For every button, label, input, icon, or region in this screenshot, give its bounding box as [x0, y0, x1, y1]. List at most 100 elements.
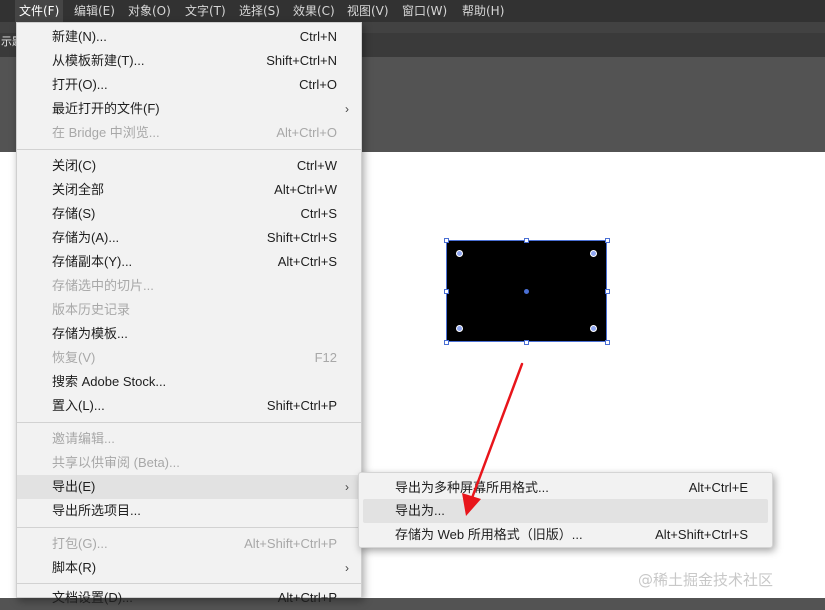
menu-item-save-for-web[interactable]: 存储为 Web 所用格式（旧版）... Alt+Shift+Ctrl+S	[359, 523, 772, 547]
menu-item-label: 导出(E)	[52, 479, 96, 494]
menu-separator	[17, 583, 361, 584]
menu-effect[interactable]: 效果(C)	[289, 0, 339, 22]
menu-item-close[interactable]: 关闭(C) Ctrl+W	[17, 154, 361, 178]
resize-handle-right[interactable]	[605, 289, 610, 294]
menu-item-export[interactable]: 导出(E) ›	[17, 475, 361, 499]
menu-item-scripts[interactable]: 脚本(R) ›	[17, 556, 361, 580]
menu-item-browse-in-bridge: 在 Bridge 中浏览... Alt+Ctrl+O	[17, 121, 361, 145]
menu-item-label: 恢复(V)	[52, 350, 96, 365]
menu-item-label: 导出所选项目...	[52, 503, 141, 518]
menu-item-label: 打开(O)...	[52, 77, 108, 92]
menu-item-label: 打包(G)...	[52, 536, 108, 551]
menu-item-label: 共享以供审阅 (Beta)...	[52, 455, 180, 470]
menu-object[interactable]: 对象(O)	[124, 0, 175, 22]
menu-separator	[17, 527, 361, 528]
menu-item-version-history: 版本历史记录	[17, 298, 361, 322]
menu-item-shortcut: Alt+Shift+Ctrl+P	[244, 536, 337, 551]
menu-edit[interactable]: 编辑(E)	[70, 0, 119, 22]
menu-item-shortcut: Shift+Ctrl+P	[266, 398, 337, 413]
menu-item-label: 在 Bridge 中浏览...	[52, 125, 160, 140]
menu-item-close-all[interactable]: 关闭全部 Alt+Ctrl+W	[17, 178, 361, 202]
menu-item-shortcut: Alt+Ctrl+E	[688, 480, 748, 495]
menu-item-label: 存储为(A)...	[52, 230, 120, 245]
menu-item-label: 关闭全部	[52, 182, 105, 197]
center-point	[524, 289, 529, 294]
menu-item-label: 脚本(R)	[52, 560, 97, 575]
menu-item-save-as-template[interactable]: 存储为模板...	[17, 322, 361, 346]
menu-item-shortcut: Ctrl+N	[299, 29, 337, 44]
menu-select[interactable]: 选择(S)	[235, 0, 284, 22]
file-menu: 新建(N)... Ctrl+N 从模板新建(T)... Shift+Ctrl+N 打…	[16, 22, 362, 605]
submenu-arrow-icon: ›	[345, 480, 349, 494]
menu-item-shortcut: Alt+Ctrl+O	[276, 125, 337, 140]
menu-item-shortcut: Ctrl+W	[296, 158, 337, 173]
menu-item-shortcut: Alt+Ctrl+P	[277, 590, 337, 605]
menu-item-place[interactable]: 置入(L)... Shift+Ctrl+P	[17, 394, 361, 418]
menubar: 文件(F) 编辑(E) 对象(O) 文字(T) 选择(S) 效果(C) 视图(V…	[0, 0, 825, 22]
menu-item-label: 存储选中的切片...	[52, 278, 154, 293]
menu-item-export-for-screens[interactable]: 导出为多种屏幕所用格式... Alt+Ctrl+E	[359, 476, 772, 500]
menu-view[interactable]: 视图(V)	[343, 0, 393, 22]
resize-handle-top-left[interactable]	[444, 238, 449, 243]
submenu-arrow-icon: ›	[345, 561, 349, 575]
menu-type[interactable]: 文字(T)	[181, 0, 230, 22]
resize-handle-bottom-right[interactable]	[605, 340, 610, 345]
menu-item-save-selected-slices: 存储选中的切片...	[17, 274, 361, 298]
watermark: @稀土掘金技术社区	[638, 571, 774, 589]
menu-item-shortcut: Shift+Ctrl+N	[266, 53, 337, 68]
menu-item-package: 打包(G)... Alt+Shift+Ctrl+P	[17, 532, 361, 556]
menu-separator	[17, 422, 361, 423]
menu-item-revert: 恢复(V) F12	[17, 346, 361, 370]
menu-item-label: 存储为 Web 所用格式（旧版）...	[395, 527, 583, 542]
menu-item-label: 新建(N)...	[52, 29, 107, 44]
menu-separator	[17, 149, 361, 150]
submenu-arrow-icon: ›	[345, 102, 349, 116]
resize-handle-bottom[interactable]	[524, 340, 529, 345]
resize-handle-bottom-left[interactable]	[444, 340, 449, 345]
menu-item-document-setup[interactable]: 文档设置(D)... Alt+Ctrl+P	[17, 586, 361, 610]
menu-item-invite-to-edit: 邀请编辑...	[17, 427, 361, 451]
resize-handle-top-right[interactable]	[605, 238, 610, 243]
menu-item-label: 导出为多种屏幕所用格式...	[395, 480, 549, 495]
menu-item-shortcut: Ctrl+O	[299, 77, 337, 92]
menu-item-shortcut: F12	[314, 350, 337, 365]
menu-item-label: 导出为...	[395, 503, 445, 518]
menu-item-label: 关闭(C)	[52, 158, 97, 173]
menu-item-shortcut: Shift+Ctrl+S	[266, 230, 337, 245]
menu-item-save[interactable]: 存储(S) Ctrl+S	[17, 202, 361, 226]
corner-widget-top-right[interactable]	[590, 250, 597, 257]
menu-item-search-adobe-stock[interactable]: 搜索 Adobe Stock...	[17, 370, 361, 394]
export-submenu: 导出为多种屏幕所用格式... Alt+Ctrl+E 导出为... 存储为 Web …	[358, 472, 773, 548]
menu-item-label: 版本历史记录	[52, 302, 131, 317]
menu-file[interactable]: 文件(F)	[15, 0, 64, 22]
resize-handle-left[interactable]	[444, 289, 449, 294]
menu-item-label: 存储(S)	[52, 206, 96, 221]
menu-item-label: 从模板新建(T)...	[52, 53, 145, 68]
corner-widget-bottom-left[interactable]	[456, 325, 463, 332]
menu-item-new[interactable]: 新建(N)... Ctrl+N	[17, 25, 361, 49]
menu-item-open[interactable]: 打开(O)... Ctrl+O	[17, 73, 361, 97]
menu-item-label: 置入(L)...	[52, 398, 105, 413]
menu-item-label: 文档设置(D)...	[52, 590, 133, 605]
menu-item-label: 搜索 Adobe Stock...	[52, 374, 167, 389]
menu-item-export-as[interactable]: 导出为...	[363, 499, 768, 523]
menu-window[interactable]: 窗口(W)	[398, 0, 451, 22]
menu-item-label: 存储副本(Y)...	[52, 254, 133, 269]
menu-item-shortcut: Alt+Ctrl+W	[274, 182, 337, 197]
menu-item-open-recent[interactable]: 最近打开的文件(F) ›	[17, 97, 361, 121]
menu-item-share-for-review: 共享以供审阅 (Beta)...	[17, 451, 361, 475]
menu-item-label: 最近打开的文件(F)	[52, 101, 160, 116]
menu-item-save-as[interactable]: 存储为(A)... Shift+Ctrl+S	[17, 226, 361, 250]
corner-widget-top-left[interactable]	[456, 250, 463, 257]
menu-item-shortcut: Ctrl+S	[300, 206, 337, 221]
menu-item-shortcut: Alt+Ctrl+S	[277, 254, 337, 269]
menu-item-new-from-template[interactable]: 从模板新建(T)... Shift+Ctrl+N	[17, 49, 361, 73]
corner-widget-bottom-right[interactable]	[590, 325, 597, 332]
menu-item-export-selection[interactable]: 导出所选项目...	[17, 499, 361, 523]
menu-item-label: 邀请编辑...	[52, 431, 115, 446]
menu-item-shortcut: Alt+Shift+Ctrl+S	[655, 527, 748, 542]
resize-handle-top[interactable]	[524, 238, 529, 243]
menu-item-save-copy[interactable]: 存储副本(Y)... Alt+Ctrl+S	[17, 250, 361, 274]
menu-help[interactable]: 帮助(H)	[458, 0, 508, 22]
menu-item-label: 存储为模板...	[52, 326, 128, 341]
